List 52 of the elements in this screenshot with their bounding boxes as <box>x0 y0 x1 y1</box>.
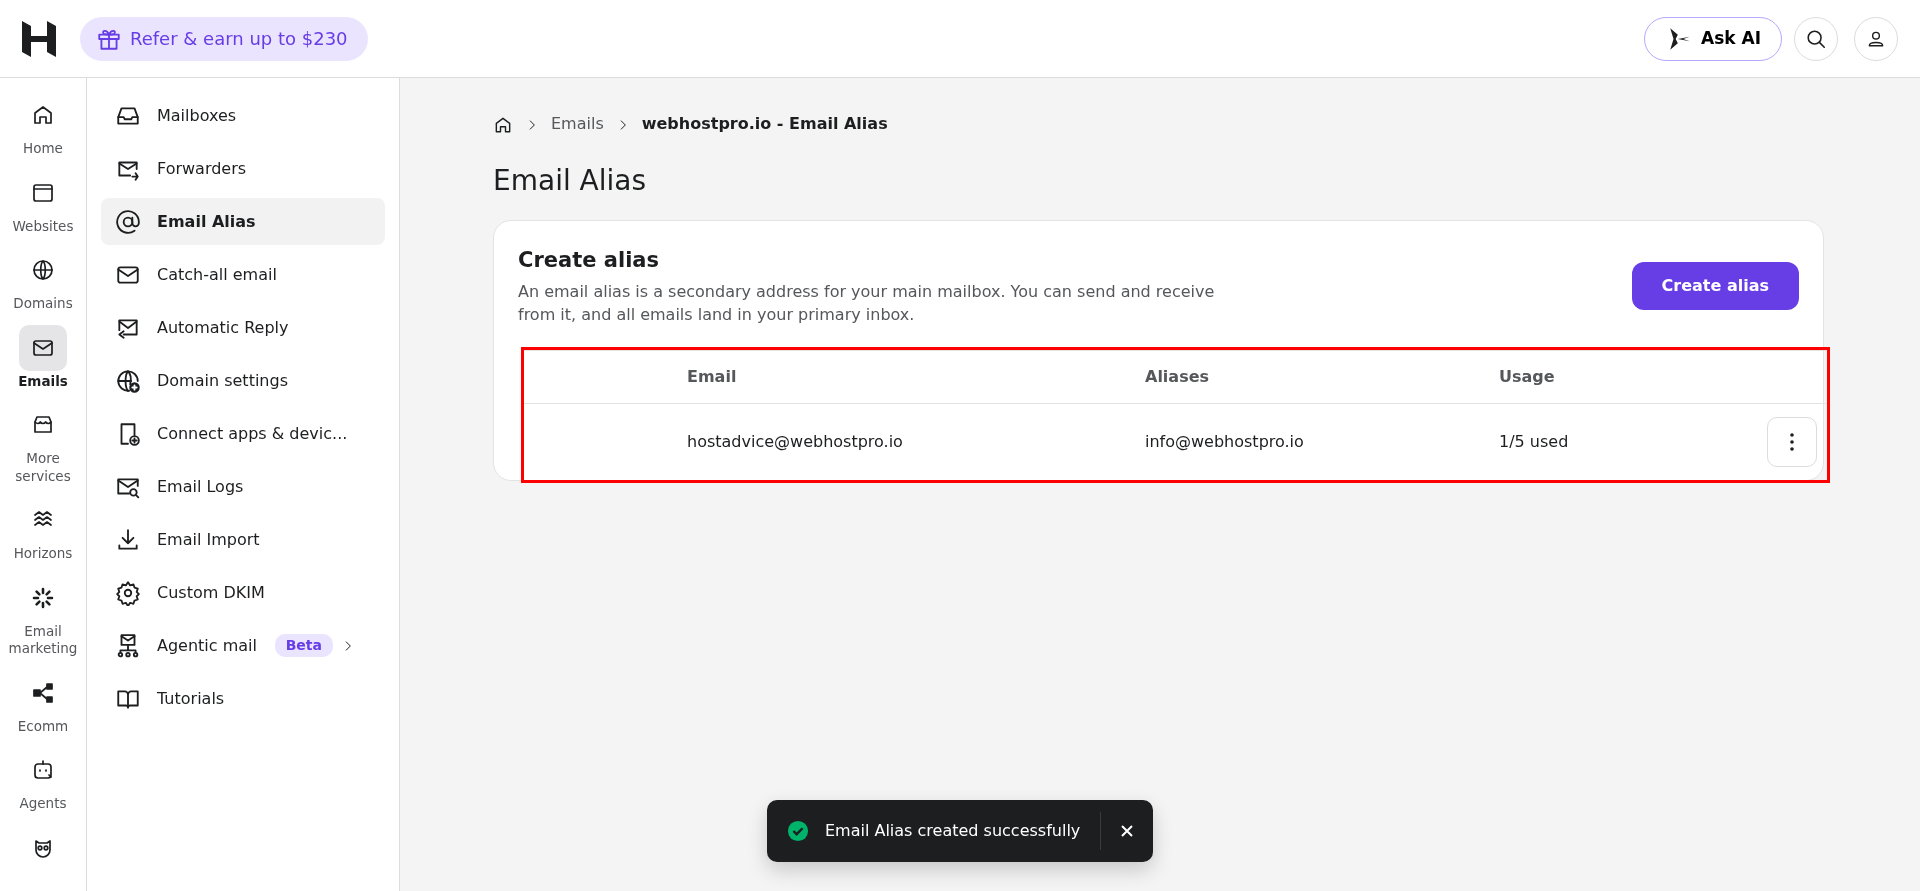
search-button[interactable] <box>1794 16 1838 61</box>
download-icon <box>115 526 141 553</box>
beta-badge: Beta <box>274 634 333 657</box>
breadcrumb-current: webhostpro.io - Email Alias <box>641 113 888 135</box>
logo-icon[interactable] <box>22 20 56 57</box>
menu-item[interactable]: Tutorials <box>101 675 385 722</box>
rail-nav-item[interactable]: Domains <box>0 247 86 313</box>
rail-nav-item[interactable]: Horizons <box>0 497 86 563</box>
toast-message: Email Alias created successfully <box>825 820 1081 842</box>
refer-button[interactable]: Refer & earn up to $230 <box>80 16 368 61</box>
column-header: Email <box>687 366 738 389</box>
gear-icon <box>115 579 141 606</box>
network-nodes-icon <box>31 680 55 705</box>
rail-nav-item[interactable]: More services <box>0 402 86 486</box>
rail-nav-item[interactable]: Home <box>0 92 86 158</box>
menu-item[interactable]: Custom DKIM <box>101 569 385 616</box>
table-cell-text: info@webhostpro.io <box>1145 431 1305 454</box>
card-title: Create alias <box>518 246 660 274</box>
table-cell-text: hostadvice@webhostpro.io <box>687 431 904 454</box>
breadcrumb-link[interactable]: Emails <box>551 112 604 136</box>
globe-plus-icon <box>115 367 141 394</box>
globe-icon <box>31 258 55 283</box>
menu-item[interactable]: Mailboxes <box>101 92 385 139</box>
rail-nav-item[interactable]: Agents <box>0 747 86 813</box>
search-icon <box>1805 27 1827 50</box>
envelope-network-icon <box>115 632 141 659</box>
menu-item[interactable]: Connect apps & devic... <box>101 410 385 457</box>
ask-ai-button[interactable]: Ask AI <box>1644 16 1782 61</box>
column-header: Usage <box>1499 366 1556 389</box>
menu-item[interactable]: Email Alias <box>101 198 385 245</box>
menu-item[interactable]: Automatic Reply <box>101 304 385 351</box>
table-cell-text: 1/5 used <box>1499 431 1570 454</box>
home-icon <box>31 103 55 127</box>
rail-nav-item[interactable]: Websites <box>0 169 86 236</box>
menu-item[interactable]: Agentic mail Beta <box>101 622 385 669</box>
at-sign-icon <box>115 208 141 235</box>
menu-item[interactable]: Forwarders <box>101 145 385 192</box>
rail-nav-item[interactable]: Emails <box>0 324 86 391</box>
check-circle-icon <box>787 820 809 842</box>
kebab-icon <box>1790 433 1794 452</box>
menu-item[interactable]: Domain settings <box>101 357 385 404</box>
menu-item[interactable]: Email Import <box>101 516 385 563</box>
rail-nav-item[interactable]: Email marketing <box>0 574 86 658</box>
profile-button[interactable] <box>1854 16 1898 61</box>
menu-item[interactable]: Email Logs <box>101 463 385 510</box>
card-description: An email alias is a secondary address for your main mailbox. You can send and receive from it, and all emails land in your primary inbox. <box>518 281 1216 327</box>
rail-nav-item[interactable]: Ecomm <box>0 669 86 736</box>
page-title: Email Alias <box>493 164 648 198</box>
close-icon <box>1120 824 1134 838</box>
create-alias-button[interactable]: Create alias <box>1631 261 1799 310</box>
menu-item[interactable]: Catch-all email <box>101 251 385 298</box>
column-header: Aliases <box>1145 366 1211 389</box>
